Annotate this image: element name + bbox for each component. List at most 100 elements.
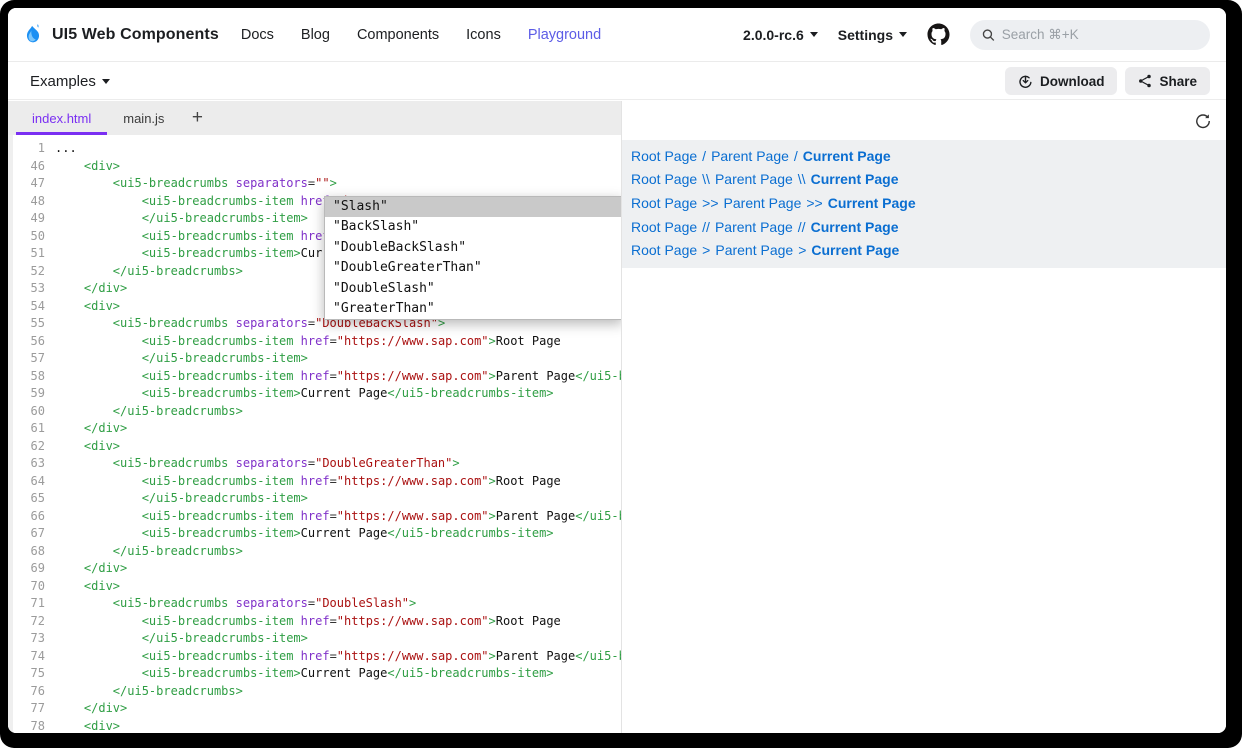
line-number: 70 — [8, 578, 45, 596]
line-content: </div> — [55, 700, 127, 718]
autocomplete-item[interactable]: "DoubleBackSlash" — [325, 238, 621, 258]
code-line[interactable]: 1... — [8, 140, 621, 158]
nav-item-icons[interactable]: Icons — [466, 27, 501, 43]
line-content: </ui5-breadcrumbs-item> — [55, 210, 308, 228]
breadcrumb-separator: \\ — [798, 171, 806, 187]
code-line[interactable]: 72 <ui5-breadcrumbs-item href="https://w… — [8, 613, 621, 631]
breadcrumb-row: Root Page>>Parent Page>>Current Page — [631, 191, 1226, 215]
home-link[interactable]: UI5 Web Components — [22, 22, 219, 48]
line-number: 50 — [8, 228, 45, 246]
preview-topbar — [622, 101, 1226, 140]
line-number: 66 — [8, 508, 45, 526]
code-line[interactable]: 63 <ui5-breadcrumbs separators="DoubleGr… — [8, 455, 621, 473]
line-number: 74 — [8, 648, 45, 666]
code-line[interactable]: 57 </ui5-breadcrumbs-item> — [8, 350, 621, 368]
breadcrumb-separator: // — [702, 219, 710, 235]
line-number: 46 — [8, 158, 45, 176]
line-content: <ui5-breadcrumbs-item>Current Page</ui5-… — [55, 665, 554, 683]
code-line[interactable]: 75 <ui5-breadcrumbs-item>Current Page</u… — [8, 665, 621, 683]
line-content: </ui5-breadcrumbs> — [55, 683, 243, 701]
code-line[interactable]: 76 </ui5-breadcrumbs> — [8, 683, 621, 701]
code-line[interactable]: 59 <ui5-breadcrumbs-item>Current Page</u… — [8, 385, 621, 403]
examples-dropdown[interactable]: Examples — [30, 73, 110, 90]
search-input[interactable] — [1002, 27, 1198, 42]
line-number: 62 — [8, 438, 45, 456]
settings-dropdown[interactable]: Settings — [838, 27, 907, 43]
code-line[interactable]: 78 <div> — [8, 718, 621, 734]
breadcrumb-link-parent[interactable]: Parent Page — [724, 195, 802, 211]
editor-tab-index-html[interactable]: index.html — [16, 101, 107, 135]
search-box[interactable] — [970, 20, 1210, 50]
code-line[interactable]: 65 </ui5-breadcrumbs-item> — [8, 490, 621, 508]
share-button[interactable]: Share — [1125, 67, 1210, 95]
code-line[interactable]: 73 </ui5-breadcrumbs-item> — [8, 630, 621, 648]
code-editor[interactable]: 1...46 <div>47 <ui5-breadcrumbs separato… — [8, 135, 621, 733]
breadcrumb-separator: / — [794, 148, 798, 164]
nav-item-playground[interactable]: Playground — [528, 27, 601, 43]
code-line[interactable]: 70 <div> — [8, 578, 621, 596]
line-content: <ui5-breadcrumbs-item href="https://www.… — [55, 648, 621, 666]
autocomplete-item[interactable]: "DoubleSlash" — [325, 279, 621, 299]
code-line[interactable]: 60 </ui5-breadcrumbs> — [8, 403, 621, 421]
code-line[interactable]: 61 </div> — [8, 420, 621, 438]
line-number: 58 — [8, 368, 45, 386]
code-line[interactable]: 66 <ui5-breadcrumbs-item href="https://w… — [8, 508, 621, 526]
line-content: <ui5-breadcrumbs-item>Current Page</ui5-… — [55, 525, 554, 543]
autocomplete-item[interactable]: "Slash" — [325, 197, 621, 217]
editor-gutter-strip — [8, 135, 13, 733]
breadcrumb-link-parent[interactable]: Parent Page — [715, 242, 793, 258]
breadcrumb-link-parent[interactable]: Parent Page — [711, 148, 789, 164]
line-content: <div> — [55, 718, 120, 734]
breadcrumb-link-root[interactable]: Root Page — [631, 171, 697, 187]
github-icon[interactable] — [927, 23, 950, 46]
code-line[interactable]: 77 </div> — [8, 700, 621, 718]
nav-item-blog[interactable]: Blog — [301, 27, 330, 43]
version-dropdown[interactable]: 2.0.0-rc.6 — [743, 27, 818, 43]
line-number: 51 — [8, 245, 45, 263]
line-content: </ui5-breadcrumbs-item> — [55, 350, 308, 368]
code-line[interactable]: 47 <ui5-breadcrumbs separators=""> — [8, 175, 621, 193]
line-number: 69 — [8, 560, 45, 578]
code-line[interactable]: 58 <ui5-breadcrumbs-item href="https://w… — [8, 368, 621, 386]
line-content: <ui5-breadcrumbs-item href="https://www.… — [55, 508, 621, 526]
autocomplete-item[interactable]: "BackSlash" — [325, 217, 621, 237]
breadcrumb-link-parent[interactable]: Parent Page — [715, 171, 793, 187]
breadcrumb-link-root[interactable]: Root Page — [631, 148, 697, 164]
code-line[interactable]: 56 <ui5-breadcrumbs-item href="https://w… — [8, 333, 621, 351]
line-number: 72 — [8, 613, 45, 631]
code-line[interactable]: 74 <ui5-breadcrumbs-item href="https://w… — [8, 648, 621, 666]
line-number: 53 — [8, 280, 45, 298]
breadcrumb-link-root[interactable]: Root Page — [631, 195, 697, 211]
line-content: </ui5-breadcrumbs-item> — [55, 490, 308, 508]
window-frame: UI5 Web Components Docs Blog Components Ico… — [0, 0, 1242, 748]
line-content: <div> — [55, 578, 120, 596]
nav-item-components[interactable]: Components — [357, 27, 439, 43]
download-button[interactable]: Download — [1005, 67, 1118, 95]
code-line[interactable]: 67 <ui5-breadcrumbs-item>Current Page</u… — [8, 525, 621, 543]
breadcrumb-separator: \\ — [702, 171, 710, 187]
editor-tabbar: index.htmlmain.js+ — [8, 101, 621, 135]
code-line[interactable]: 62 <div> — [8, 438, 621, 456]
download-label: Download — [1040, 74, 1105, 89]
editor-tab-main-js[interactable]: main.js — [107, 101, 180, 135]
line-number: 73 — [8, 630, 45, 648]
new-tab-button[interactable]: + — [180, 101, 214, 135]
top-header: UI5 Web Components Docs Blog Components Ico… — [8, 8, 1226, 62]
breadcrumb-link-root[interactable]: Root Page — [631, 219, 697, 235]
code-line[interactable]: 46 <div> — [8, 158, 621, 176]
breadcrumb-separator: >> — [702, 195, 718, 211]
breadcrumb-link-parent[interactable]: Parent Page — [715, 219, 793, 235]
code-line[interactable]: 68 </ui5-breadcrumbs> — [8, 543, 621, 561]
reload-preview-button[interactable] — [1192, 110, 1214, 132]
autocomplete-item[interactable]: "GreaterThan" — [325, 299, 621, 319]
autocomplete-popup: "Slash""BackSlash""DoubleBackSlash""Doub… — [324, 196, 621, 320]
code-line[interactable]: 64 <ui5-breadcrumbs-item href="https://w… — [8, 473, 621, 491]
autocomplete-item[interactable]: "DoubleGreaterThan" — [325, 258, 621, 278]
nav-item-docs[interactable]: Docs — [241, 27, 274, 43]
line-number: 61 — [8, 420, 45, 438]
chevron-down-icon — [102, 79, 110, 84]
breadcrumb-link-root[interactable]: Root Page — [631, 242, 697, 258]
code-line[interactable]: 71 <ui5-breadcrumbs separators="DoubleSl… — [8, 595, 621, 613]
line-number: 68 — [8, 543, 45, 561]
code-line[interactable]: 69 </div> — [8, 560, 621, 578]
